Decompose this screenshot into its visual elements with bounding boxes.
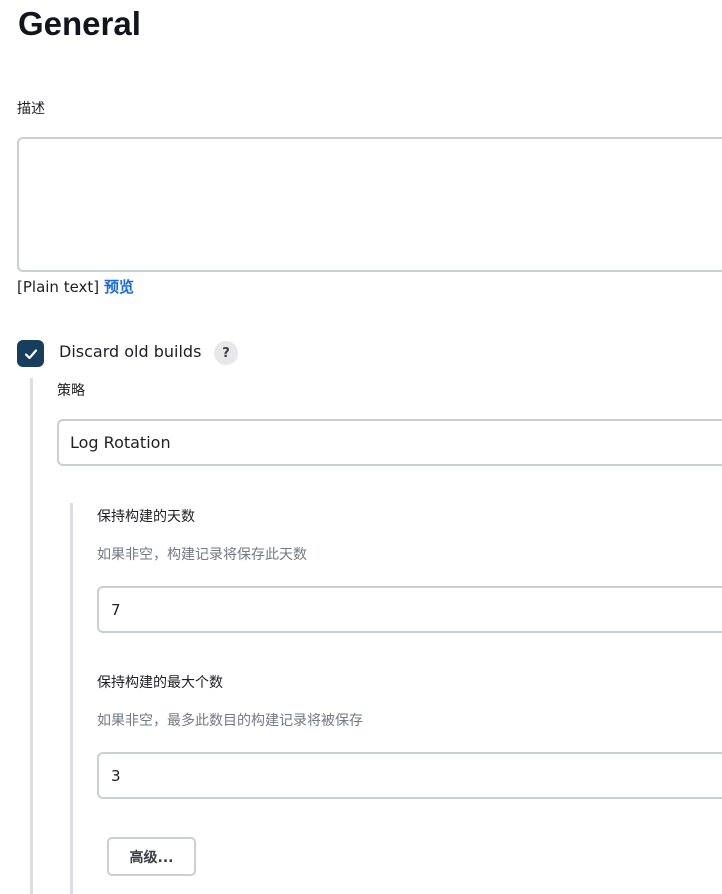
description-format-row: [Plain text] 预览 <box>17 277 134 297</box>
help-icon[interactable]: ? <box>214 341 238 365</box>
description-label: 描述 <box>17 101 45 117</box>
checkmark-icon <box>24 348 37 359</box>
description-textarea[interactable] <box>17 137 722 272</box>
log-rotation-section-rule <box>70 503 73 894</box>
max-builds-label: 保持构建的最大个数 <box>97 675 223 691</box>
plain-text-label: [Plain text] <box>17 278 100 296</box>
discard-builds-section-rule <box>30 378 33 894</box>
days-to-keep-input[interactable] <box>97 586 722 633</box>
advanced-button[interactable]: 高级... <box>107 837 196 876</box>
strategy-label: 策略 <box>57 383 85 399</box>
days-to-keep-help: 如果非空，构建记录将保存此天数 <box>97 547 307 563</box>
max-builds-input[interactable] <box>97 752 722 799</box>
preview-link[interactable]: 预览 <box>104 278 134 296</box>
discard-old-builds-label[interactable]: Discard old builds <box>59 340 201 364</box>
strategy-select[interactable]: Log Rotation <box>57 419 722 466</box>
discard-old-builds-checkbox[interactable] <box>17 340 44 367</box>
days-to-keep-label: 保持构建的天数 <box>97 509 195 525</box>
page-title: General <box>18 5 141 42</box>
max-builds-help: 如果非空，最多此数目的构建记录将被保存 <box>97 713 363 729</box>
